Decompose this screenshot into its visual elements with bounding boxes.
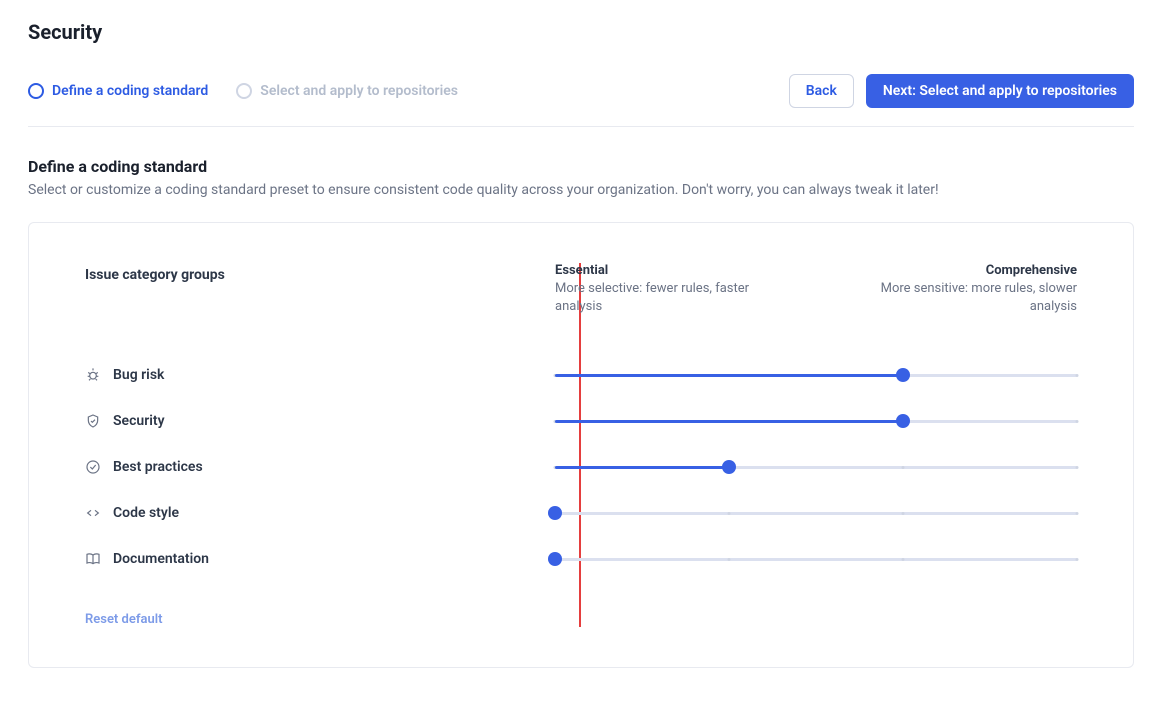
code-icon [85,505,101,521]
slider-fill [555,466,729,469]
category-slider[interactable] [555,457,1077,477]
slider-track [555,558,1077,561]
category-label: Best practices [85,459,525,475]
scale-comprehensive-desc: More sensitive: more rules, slower analy… [877,280,1077,316]
category-row: Code style [85,490,1077,536]
shield-icon [85,413,101,429]
standard-card: Issue category groups Essential More sel… [28,222,1134,668]
slider-tick [1076,420,1079,423]
category-row: Best practices [85,444,1077,490]
scale-comprehensive-title: Comprehensive [877,263,1077,278]
scale-comprehensive: Comprehensive More sensitive: more rules… [877,263,1077,316]
category-label: Bug risk [85,367,525,383]
slider-tick [901,466,904,469]
category-slider[interactable] [555,549,1077,569]
category-slider[interactable] [555,411,1077,431]
steps: Define a coding standard Select and appl… [28,83,458,99]
reset-default-link[interactable]: Reset default [85,612,162,627]
category-label: Documentation [85,551,525,567]
category-label: Code style [85,505,525,521]
scale-labels: Essential More selective: fewer rules, f… [555,263,1077,316]
slider-tick [901,512,904,515]
stepper-row: Define a coding standard Select and appl… [28,74,1134,127]
category-name: Documentation [113,551,209,567]
category-row: Security [85,398,1077,444]
scale-essential-title: Essential [555,263,755,278]
slider-tick [901,558,904,561]
slider-thumb[interactable] [896,368,910,382]
essential-marker-line [579,263,581,627]
issue-groups-label: Issue category groups [85,263,525,316]
next-button[interactable]: Next: Select and apply to repositories [866,74,1134,108]
category-label: Security [85,413,525,429]
step-circle-icon [28,83,44,99]
slider-track [555,512,1077,515]
bug-icon [85,367,101,383]
slider-tick [1076,512,1079,515]
category-slider[interactable] [555,365,1077,385]
category-row: Bug risk [85,352,1077,398]
slider-thumb[interactable] [548,552,562,566]
category-slider[interactable] [555,503,1077,523]
page-title: Security [28,20,1134,44]
scale-essential: Essential More selective: fewer rules, f… [555,263,755,316]
step-define-standard[interactable]: Define a coding standard [28,83,208,99]
categories-list: Bug risk Security Best practices Code style… [85,352,1077,582]
category-row: Documentation [85,536,1077,582]
slider-thumb[interactable] [548,506,562,520]
slider-fill [555,374,903,377]
slider-tick [1076,558,1079,561]
category-name: Code style [113,505,179,521]
step-label: Define a coding standard [52,83,208,99]
check-circle-icon [85,459,101,475]
scale-essential-desc: More selective: fewer rules, faster anal… [555,280,755,316]
slider-tick [727,512,730,515]
step-actions: Back Next: Select and apply to repositor… [789,74,1134,108]
header-row: Issue category groups Essential More sel… [85,263,1077,316]
section-description: Select or customize a coding standard pr… [28,182,1134,198]
step-label: Select and apply to repositories [260,83,458,99]
category-name: Security [113,413,165,429]
slider-thumb[interactable] [896,414,910,428]
step-apply-repos[interactable]: Select and apply to repositories [236,83,458,99]
section-title: Define a coding standard [28,157,1134,176]
back-button[interactable]: Back [789,74,854,108]
slider-tick [1076,466,1079,469]
category-name: Best practices [113,459,203,475]
slider-thumb[interactable] [722,460,736,474]
slider-fill [555,420,903,423]
step-circle-icon [236,83,252,99]
book-icon [85,551,101,567]
slider-tick [727,558,730,561]
slider-tick [1076,374,1079,377]
category-name: Bug risk [113,367,164,383]
